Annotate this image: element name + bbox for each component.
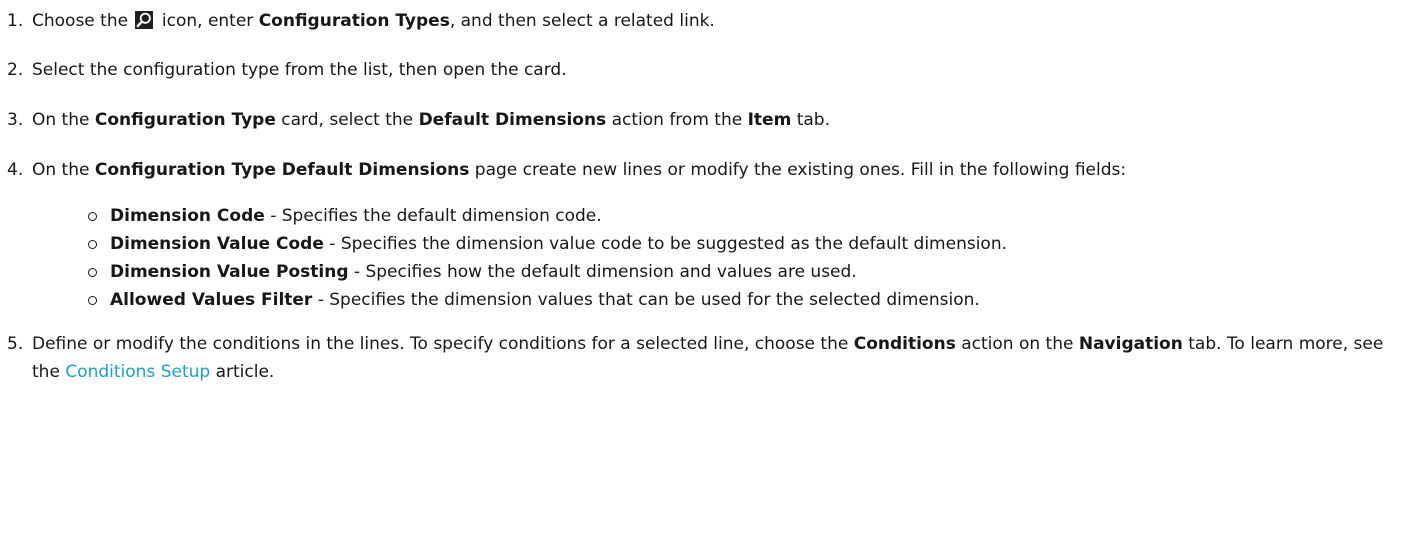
step-text: Select the configuration type from the l… <box>32 60 567 80</box>
step-text: tab. <box>791 110 830 130</box>
list-item: Dimension Code - Specifies the default d… <box>88 202 1401 230</box>
step-number: 3. <box>7 110 24 130</box>
term-default-dimensions: Default Dimensions <box>418 110 607 130</box>
step-text: On the <box>32 110 95 130</box>
field-name: Dimension Code <box>110 206 265 226</box>
step-text: Choose the <box>32 11 129 31</box>
term-item: Item <box>747 110 792 130</box>
circle-bullet-icon <box>88 268 97 277</box>
field-name: Dimension Value Code <box>110 234 324 254</box>
step-number: 5. <box>7 334 24 354</box>
step-number: 4. <box>7 160 24 180</box>
circle-bullet-icon <box>88 212 97 221</box>
term-configuration-types: Configuration Types <box>258 11 450 31</box>
step-text: article. <box>210 362 275 382</box>
list-item: Dimension Value Code - Specifies the dim… <box>88 230 1401 258</box>
step-2: 2. Select the configuration type from th… <box>7 56 1401 84</box>
step-5: 5. Define or modify the conditions in th… <box>7 330 1401 386</box>
search-icon <box>135 11 154 29</box>
steps-list: 1. Choose the icon, enter Configuration … <box>7 7 1401 386</box>
field-description: - Specifies the dimension value code to … <box>323 234 1008 254</box>
step-4: 4. On the Configuration Type Default Dim… <box>7 156 1401 314</box>
list-item: Dimension Value Posting - Specifies how … <box>88 258 1401 286</box>
term-navigation: Navigation <box>1078 334 1183 354</box>
step-text: card, select the <box>275 110 419 130</box>
term-configuration-type: Configuration Type <box>94 110 276 130</box>
step-number: 1. <box>7 11 24 31</box>
step-text: , and then select a related link. <box>449 11 715 31</box>
step-3: 3. On the Configuration Type card, selec… <box>7 106 1401 134</box>
term-configuration-type-default-dimensions: Configuration Type Default Dimensions <box>94 160 470 180</box>
step-number: 2. <box>7 60 24 80</box>
circle-bullet-icon <box>88 296 97 305</box>
step-text: Define or modify the conditions in the l… <box>32 334 854 354</box>
step-text: action on the <box>955 334 1079 354</box>
field-description: - Specifies the dimension values that ca… <box>312 290 980 310</box>
term-conditions: Conditions <box>853 334 956 354</box>
step-text: On the <box>32 160 95 180</box>
step-text: icon, enter <box>156 11 259 31</box>
field-description: - Specifies how the default dimension an… <box>348 262 857 282</box>
document-body: 1. Choose the icon, enter Configuration … <box>0 0 1401 386</box>
field-name: Allowed Values Filter <box>110 290 313 310</box>
list-item: Allowed Values Filter - Specifies the di… <box>88 286 1401 314</box>
step-text: action from the <box>606 110 748 130</box>
step-1: 1. Choose the icon, enter Configuration … <box>7 7 1401 35</box>
circle-bullet-icon <box>88 240 97 249</box>
field-name: Dimension Value Posting <box>110 262 349 282</box>
field-description: - Specifies the default dimension code. <box>264 206 602 226</box>
fields-list: Dimension Code - Specifies the default d… <box>32 202 1401 314</box>
conditions-setup-link[interactable]: Conditions Setup <box>65 362 210 382</box>
step-text: page create new lines or modify the exis… <box>469 160 1127 180</box>
